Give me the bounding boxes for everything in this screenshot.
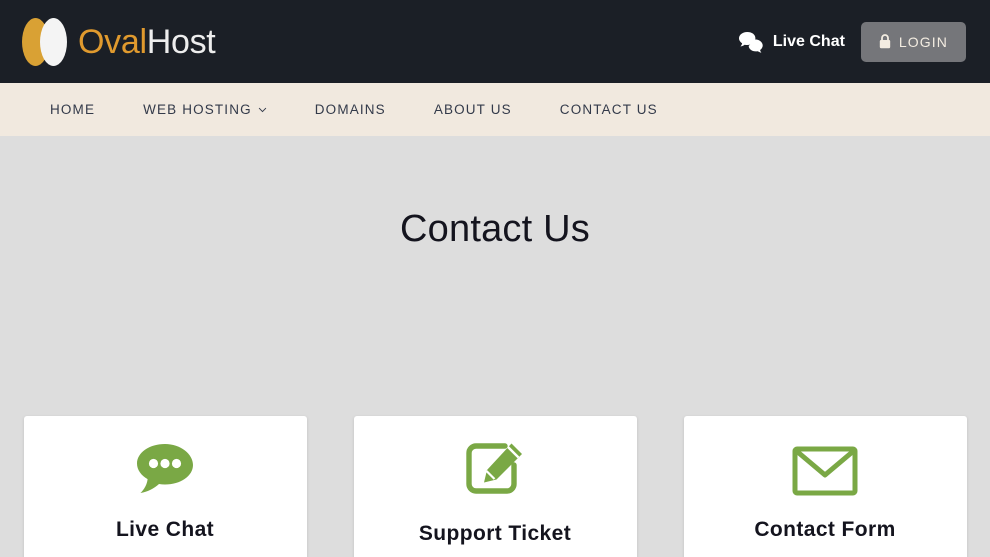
contact-card-support-ticket[interactable]: Support Ticket OPEN TICKET Reply Time: 1…	[353, 416, 637, 557]
live-chat-label: Live Chat	[772, 32, 845, 50]
envelope-icon	[792, 440, 858, 502]
contact-card-contact-form[interactable]: Contact Form SUBMIT FORM Reply Time: 24 …	[683, 416, 967, 557]
card-body: Support Ticket OPEN TICKET	[354, 416, 637, 557]
speech-bubble-dots-icon	[134, 440, 196, 502]
card-body: Contact Form SUBMIT FORM	[684, 416, 967, 557]
brand-name-primary: Oval	[78, 22, 147, 61]
header-actions: Live Chat LOGIN	[738, 21, 966, 62]
nav-item-about-us[interactable]: ABOUT US	[434, 102, 512, 117]
card-title: Contact Form	[754, 518, 896, 541]
main-navigation: HOME WEB HOSTING DOMAINS ABOUT US CONTAC…	[0, 83, 990, 136]
oval-logo-icon	[18, 17, 74, 66]
nav-item-domains[interactable]: DOMAINS	[315, 102, 386, 117]
brand-name: OvalHost	[78, 22, 216, 61]
card-title: Support Ticket	[418, 522, 572, 545]
live-chat-link[interactable]: Live Chat	[738, 31, 845, 53]
nav-item-label: CONTACT US	[559, 102, 658, 117]
nav-item-home[interactable]: HOME	[50, 102, 95, 117]
login-button[interactable]: LOGIN	[860, 21, 966, 62]
contact-card-live-chat[interactable]: Live Chat START CHAT Reply Time: Instant…	[23, 416, 307, 557]
pencil-edit-icon	[464, 440, 526, 502]
card-title: Live Chat	[115, 518, 215, 541]
site-header: OvalHost Live Chat LOGIN	[0, 0, 990, 83]
logo-oval-white	[40, 17, 67, 66]
nav-item-label: WEB HOSTING	[143, 102, 252, 117]
speech-bubbles-icon	[738, 31, 763, 53]
nav-item-label: ABOUT US	[433, 102, 512, 117]
brand-name-secondary: Host	[146, 22, 216, 61]
main-content: Contact Us Live Chat START CHAT Reply Ti…	[0, 136, 990, 557]
page-title: Contact Us	[400, 208, 590, 250]
nav-item-label: DOMAINS	[314, 102, 386, 117]
nav-item-contact-us[interactable]: CONTACT US	[560, 102, 658, 117]
chevron-down-icon	[258, 107, 267, 112]
contact-options-cards: Live Chat START CHAT Reply Time: Instant…	[0, 416, 990, 557]
nav-item-label: HOME	[50, 102, 96, 117]
brand-logo[interactable]: OvalHost	[18, 17, 216, 66]
card-body: Live Chat START CHAT	[24, 416, 307, 557]
lock-icon	[879, 34, 891, 49]
login-label: LOGIN	[898, 33, 948, 50]
nav-item-web-hosting[interactable]: WEB HOSTING	[143, 102, 267, 117]
